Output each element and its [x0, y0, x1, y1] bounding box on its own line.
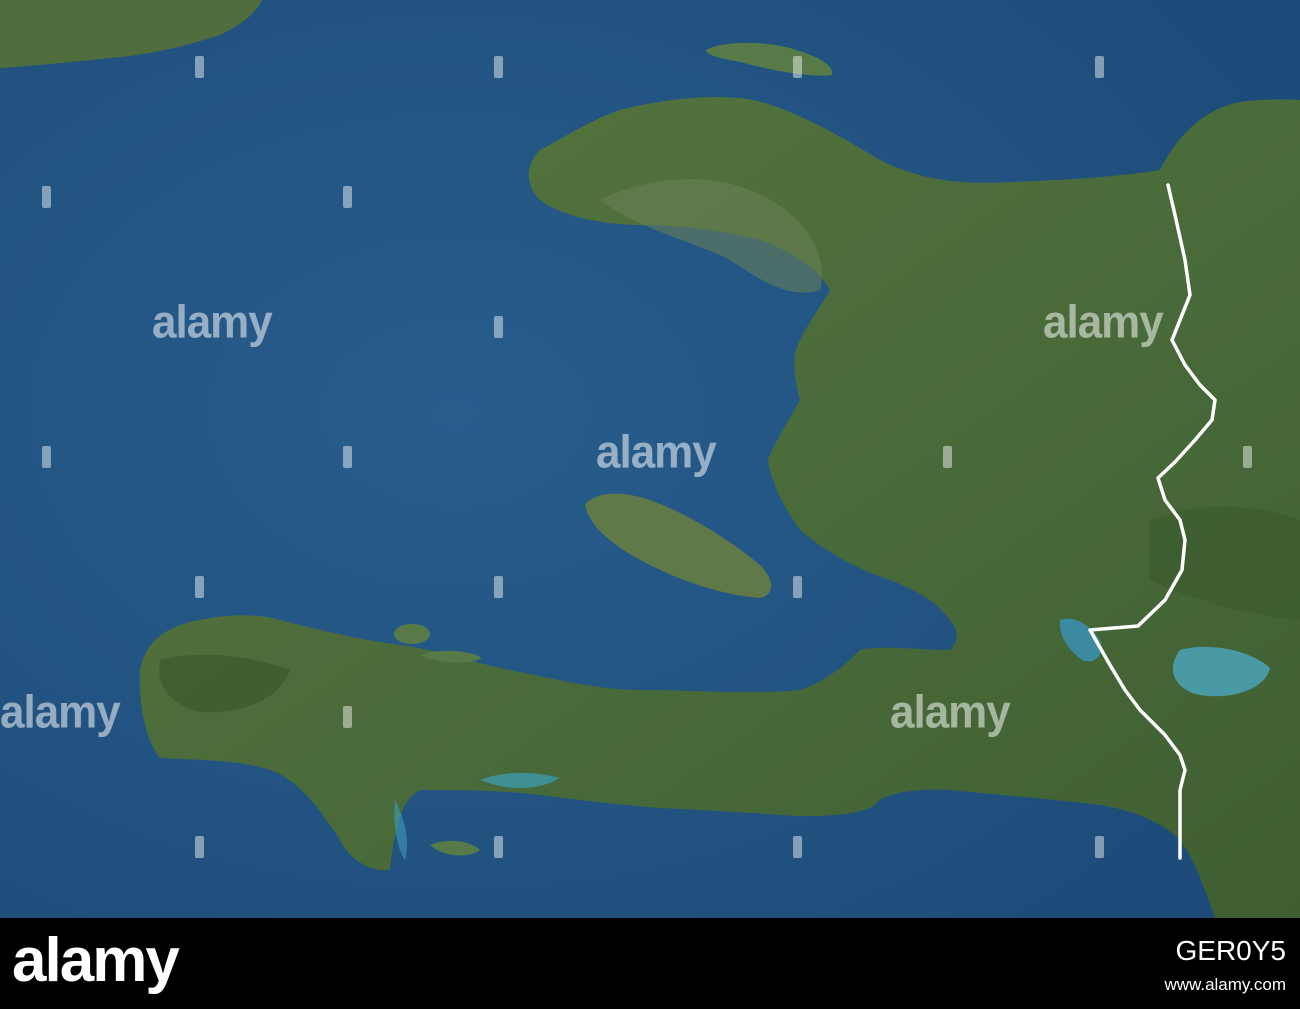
footer-logo: alamy: [12, 926, 180, 995]
watermark-mark: [343, 706, 352, 728]
watermark-mark: [42, 446, 51, 468]
watermark-mark: [195, 576, 204, 598]
watermark-mark: [343, 446, 352, 468]
watermark-text: alamy: [0, 686, 121, 739]
watermark-mark: [343, 186, 352, 208]
footer-url[interactable]: www.alamy.com: [1164, 972, 1286, 998]
watermark-mark: [793, 576, 802, 598]
satellite-map: alamy alamy alamy alamy alamy: [0, 0, 1300, 918]
watermark-mark: [494, 576, 503, 598]
island-cayemites: [394, 624, 430, 644]
watermark-mark: [494, 836, 503, 858]
watermark-mark: [793, 56, 802, 78]
watermark-text: alamy: [890, 686, 1011, 739]
watermark-mark: [42, 186, 51, 208]
watermark-text: alamy: [1043, 296, 1164, 349]
watermark-mark: [195, 836, 204, 858]
footer-info: GER0Y5 www.alamy.com: [1164, 936, 1286, 998]
watermark-mark: [1095, 56, 1104, 78]
footer-bar: alamy GER0Y5 www.alamy.com: [0, 918, 1300, 1009]
image-id: GER0Y5: [1175, 935, 1287, 966]
watermark-mark: [494, 316, 503, 338]
watermark-mark: [793, 836, 802, 858]
watermark-mark: [943, 446, 952, 468]
watermark-mark: [1243, 446, 1252, 468]
watermark-mark: [494, 56, 503, 78]
watermark-text: alamy: [596, 426, 717, 479]
watermark-mark: [1095, 836, 1104, 858]
watermark-text: alamy: [152, 296, 273, 349]
watermark-mark: [195, 56, 204, 78]
